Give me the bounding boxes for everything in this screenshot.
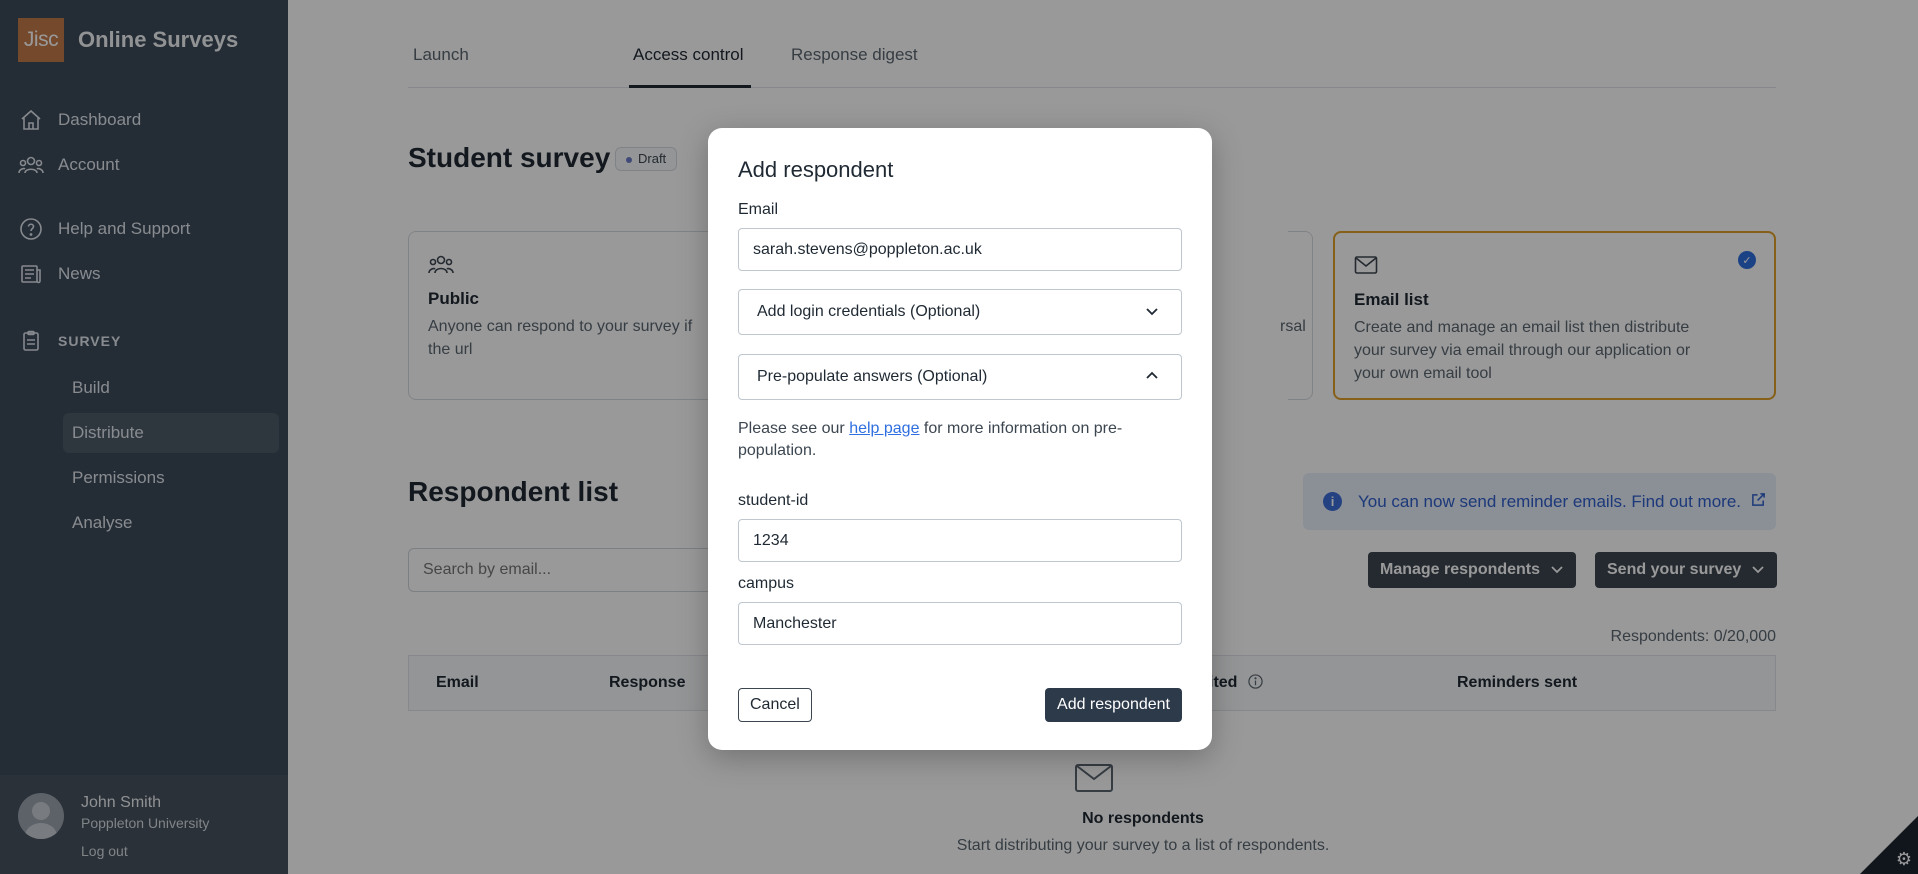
accordion-label: Pre-populate answers (Optional) — [757, 368, 988, 385]
prepopulation-help-text: Please see our help page for more inform… — [738, 418, 1182, 462]
dialog-title: Add respondent — [738, 157, 894, 182]
cancel-button[interactable]: Cancel — [738, 688, 812, 722]
chevron-up-icon — [1145, 369, 1159, 388]
prepopulate-accordion[interactable]: Pre-populate answers (Optional) — [738, 354, 1182, 400]
login-credentials-accordion[interactable]: Add login credentials (Optional) — [738, 289, 1182, 335]
student-id-label: student-id — [738, 492, 809, 509]
campus-label: campus — [738, 575, 795, 592]
accordion-label: Add login credentials (Optional) — [757, 303, 981, 320]
email-field[interactable] — [738, 228, 1182, 271]
add-respondent-button[interactable]: Add respondent — [1045, 688, 1182, 722]
chevron-down-icon — [1145, 304, 1159, 323]
campus-field[interactable] — [738, 602, 1182, 645]
help-page-link[interactable]: help page — [849, 420, 919, 437]
help-text-prefix: Please see our — [738, 420, 850, 437]
email-label: Email — [738, 201, 779, 218]
add-respondent-dialog: Add respondent Email Add login credentia… — [708, 128, 1212, 750]
student-id-field[interactable] — [738, 519, 1182, 562]
